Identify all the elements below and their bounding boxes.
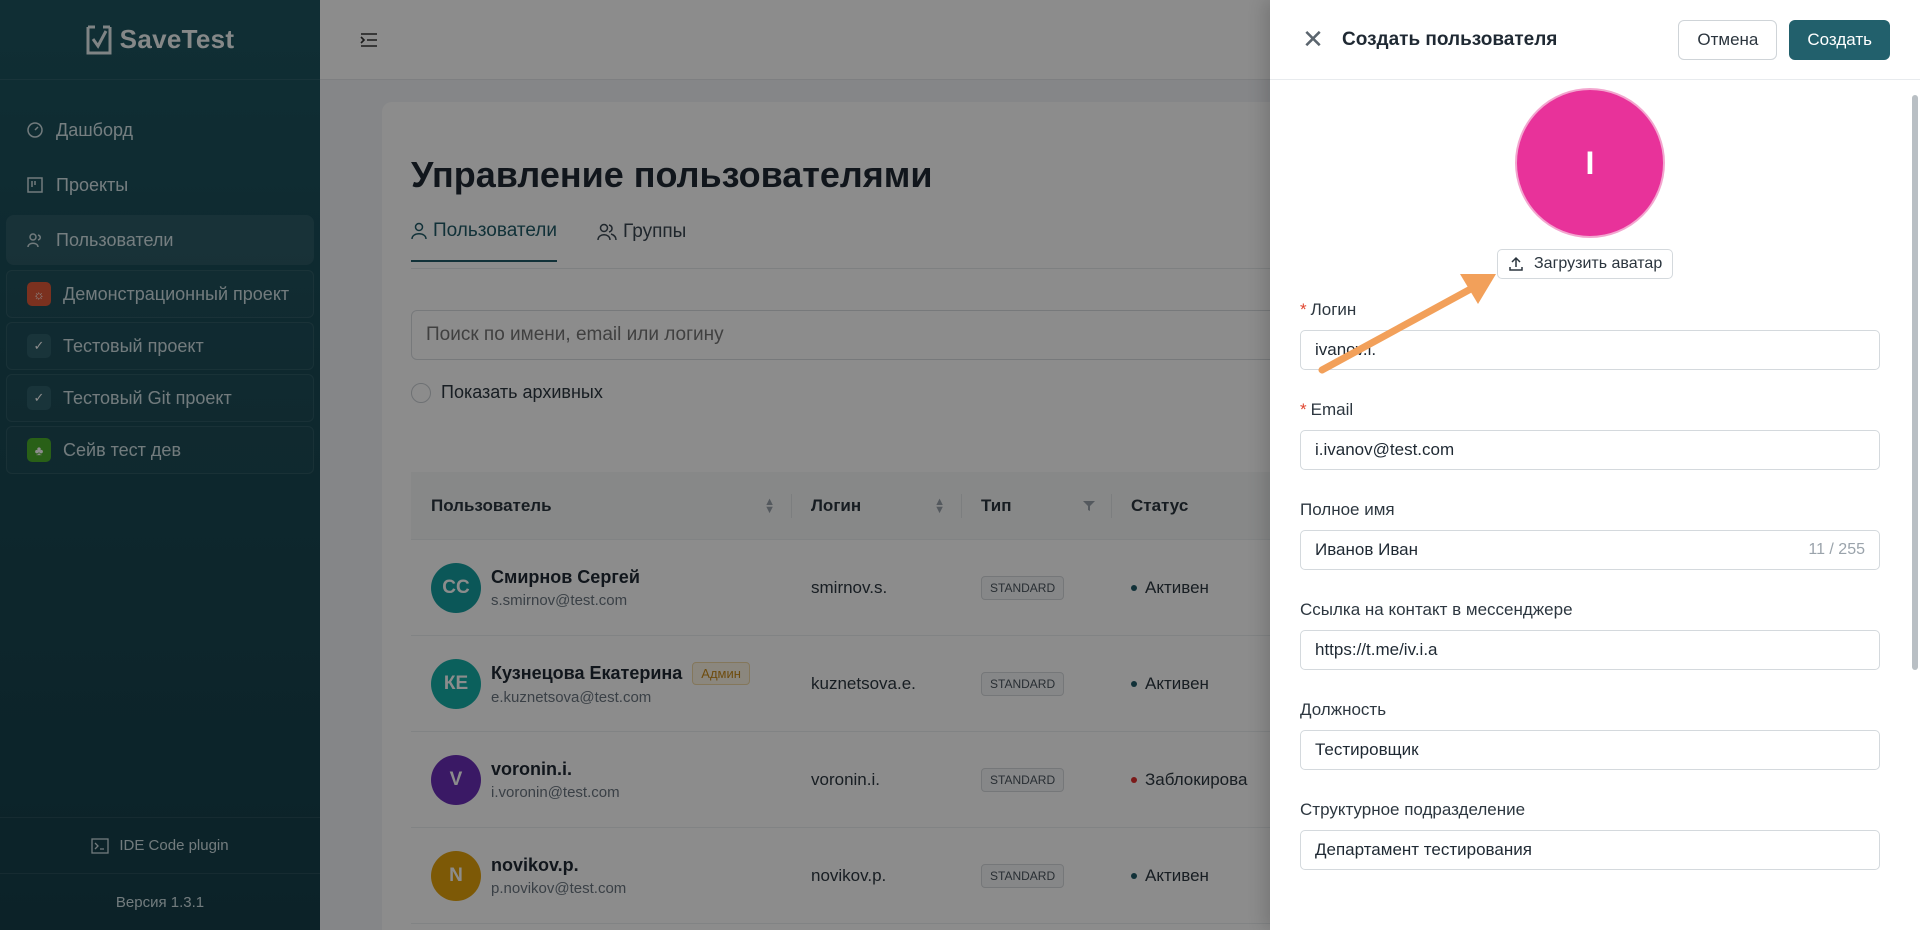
full-name-input[interactable]: Иванов Иван 11 / 255 xyxy=(1300,530,1880,570)
field-department: Структурное подразделение Департамент те… xyxy=(1300,800,1880,870)
input-value: i.ivanov@test.com xyxy=(1315,440,1455,459)
field-email: * Email i.ivanov@test.com xyxy=(1300,400,1880,470)
email-input[interactable]: i.ivanov@test.com xyxy=(1300,430,1880,470)
field-label: * Email xyxy=(1300,400,1880,420)
user-form: * Логин ivanov.i. * Email i.ivanov@test.co… xyxy=(1300,300,1880,900)
department-input[interactable]: Департамент тестирования xyxy=(1300,830,1880,870)
field-label: Должность xyxy=(1300,700,1387,719)
field-full-name: Полное имя Иванов Иван 11 / 255 xyxy=(1300,500,1880,570)
position-input[interactable]: Тестировщик xyxy=(1300,730,1880,770)
field-label-text: Email xyxy=(1310,400,1354,419)
create-user-drawer: ✕ Создать пользователя Отмена Создать I … xyxy=(1270,0,1920,930)
drawer-title: Создать пользователя xyxy=(1342,28,1558,50)
field-label: Ссылка на контакт в мессенджере xyxy=(1300,600,1573,619)
field-label: Полное имя xyxy=(1300,500,1395,519)
close-icon[interactable]: ✕ xyxy=(1300,24,1326,55)
drawer-header: ✕ Создать пользователя Отмена Создать xyxy=(1270,0,1920,80)
input-value: https://t.me/iv.i.a xyxy=(1315,640,1438,659)
input-value: Иванов Иван xyxy=(1315,540,1419,559)
cancel-button[interactable]: Отмена xyxy=(1678,19,1778,60)
scrollbar-thumb[interactable] xyxy=(1912,95,1918,670)
avatar-preview: I xyxy=(1515,88,1665,238)
upload-label: Загрузить аватар xyxy=(1534,255,1663,272)
field-messenger: Ссылка на контакт в мессенджере https://… xyxy=(1300,600,1880,670)
annotation-arrow-icon xyxy=(1318,274,1496,374)
char-counter: 11 / 255 xyxy=(1808,541,1865,558)
input-value: Тестировщик xyxy=(1315,740,1419,759)
field-label: Структурное подразделение xyxy=(1300,800,1526,819)
upload-avatar-button[interactable]: Загрузить аватар xyxy=(1497,249,1674,279)
field-position: Должность Тестировщик xyxy=(1300,700,1880,770)
required-mark: * xyxy=(1300,400,1307,419)
messenger-input[interactable]: https://t.me/iv.i.a xyxy=(1300,630,1880,670)
create-button[interactable]: Создать xyxy=(1789,19,1890,60)
modal-overlay[interactable] xyxy=(0,0,1270,930)
input-value: Департамент тестирования xyxy=(1315,840,1532,859)
